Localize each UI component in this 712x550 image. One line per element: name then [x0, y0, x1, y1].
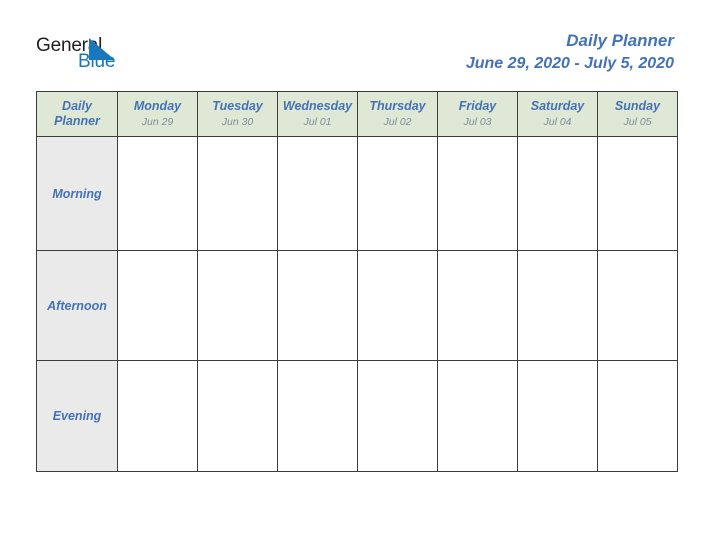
slot-cell-evening-friday[interactable]	[437, 360, 518, 472]
slot-label-morning: Morning	[36, 136, 118, 251]
slot-cell-afternoon-saturday[interactable]	[517, 250, 598, 361]
title-block: Daily Planner June 29, 2020 - July 5, 20…	[466, 30, 674, 75]
slot-cell-morning-tuesday[interactable]	[197, 136, 278, 251]
slot-cell-evening-monday[interactable]	[117, 360, 198, 472]
day-header-friday: Friday Jul 03	[437, 91, 518, 137]
slot-cell-afternoon-sunday[interactable]	[597, 250, 678, 361]
slot-cell-morning-friday[interactable]	[437, 136, 518, 251]
corner-header-cell: Daily Planner	[36, 91, 118, 137]
slot-cell-evening-sunday[interactable]	[597, 360, 678, 472]
day-date-saturday: Jul 04	[543, 116, 572, 128]
corner-header-line1: Daily	[62, 99, 92, 113]
slot-cell-morning-saturday[interactable]	[517, 136, 598, 251]
day-name-friday: Friday	[458, 99, 497, 113]
page-title: Daily Planner	[566, 31, 674, 50]
page-header: General Blue Daily Planner June 29, 2020…	[0, 0, 712, 91]
slot-cell-afternoon-wednesday[interactable]	[277, 250, 358, 361]
day-date-friday: Jul 03	[463, 116, 492, 128]
day-name-saturday: Saturday	[530, 99, 585, 113]
day-header-tuesday: Tuesday Jun 30	[197, 91, 278, 137]
brand-name-blue: Blue	[78, 51, 116, 72]
day-header-monday: Monday Jun 29	[117, 91, 198, 137]
slot-cell-evening-wednesday[interactable]	[277, 360, 358, 472]
slot-cell-morning-monday[interactable]	[117, 136, 198, 251]
table-row-afternoon: Afternoon	[36, 250, 678, 361]
slot-cell-evening-saturday[interactable]	[517, 360, 598, 472]
date-range: June 29, 2020 - July 5, 2020	[465, 55, 674, 72]
day-date-sunday: Jul 05	[623, 116, 652, 128]
slot-cell-morning-wednesday[interactable]	[277, 136, 358, 251]
day-date-tuesday: Jun 30	[221, 116, 254, 128]
day-name-sunday: Sunday	[614, 99, 661, 113]
brand-logo: General Blue	[36, 36, 216, 80]
slot-label-evening: Evening	[36, 360, 118, 472]
day-header-saturday: Saturday Jul 04	[517, 91, 598, 137]
corner-header-line2: Planner	[54, 114, 100, 128]
table-header-row: Daily Planner Monday Jun 29 Tuesday Jun …	[36, 91, 678, 137]
day-name-monday: Monday	[133, 99, 182, 113]
slot-cell-evening-tuesday[interactable]	[197, 360, 278, 472]
day-header-sunday: Sunday Jul 05	[597, 91, 678, 137]
table-row-morning: Morning	[36, 136, 678, 251]
slot-cell-morning-thursday[interactable]	[357, 136, 438, 251]
slot-cell-afternoon-friday[interactable]	[437, 250, 518, 361]
day-date-wednesday: Jul 01	[303, 116, 332, 128]
day-date-monday: Jun 29	[141, 116, 174, 128]
table-row-evening: Evening	[36, 360, 678, 472]
slot-cell-evening-thursday[interactable]	[357, 360, 438, 472]
day-header-thursday: Thursday Jul 02	[357, 91, 438, 137]
day-date-thursday: Jul 02	[383, 116, 412, 128]
slot-cell-morning-sunday[interactable]	[597, 136, 678, 251]
slot-cell-afternoon-thursday[interactable]	[357, 250, 438, 361]
day-name-wednesday: Wednesday	[282, 99, 353, 113]
day-header-wednesday: Wednesday Jul 01	[277, 91, 358, 137]
day-name-thursday: Thursday	[369, 99, 426, 113]
slot-label-afternoon: Afternoon	[36, 250, 118, 361]
slot-cell-afternoon-monday[interactable]	[117, 250, 198, 361]
planner-table: Daily Planner Monday Jun 29 Tuesday Jun …	[36, 91, 678, 472]
day-name-tuesday: Tuesday	[212, 99, 263, 113]
slot-cell-afternoon-tuesday[interactable]	[197, 250, 278, 361]
